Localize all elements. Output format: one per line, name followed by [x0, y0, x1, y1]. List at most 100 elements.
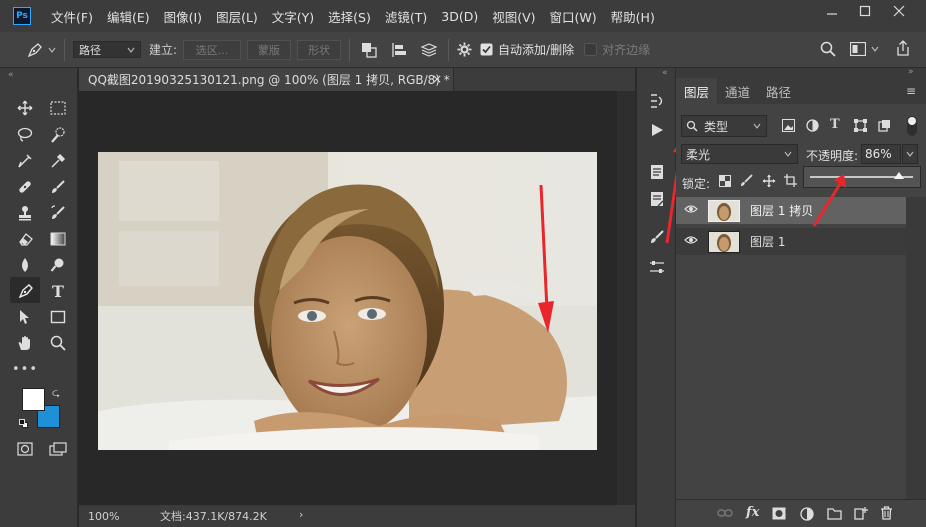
- menu-window[interactable]: 窗口(W): [550, 7, 597, 26]
- path-arrangement-button[interactable]: [418, 42, 440, 58]
- collapse-icon[interactable]: »: [908, 67, 914, 77]
- filter-pixel-icon[interactable]: [782, 119, 795, 136]
- expand-icon[interactable]: «: [662, 68, 668, 78]
- rectangle-tool-icon[interactable]: [46, 306, 70, 328]
- default-colors-icon[interactable]: [19, 419, 29, 429]
- eyedropper-tool-icon[interactable]: [46, 150, 70, 172]
- eye-icon[interactable]: [684, 234, 698, 248]
- history-brush-tool-icon[interactable]: [46, 202, 70, 224]
- mask-icon[interactable]: [772, 507, 786, 524]
- menu-view[interactable]: 视图(V): [492, 7, 535, 26]
- filter-adjustment-icon[interactable]: [806, 119, 819, 136]
- folder-icon[interactable]: [827, 507, 842, 524]
- maximize-button[interactable]: [851, 2, 879, 20]
- lock-transparent-pixels-icon[interactable]: [719, 175, 731, 191]
- tab-channels[interactable]: 通道: [717, 78, 758, 104]
- menu-type[interactable]: 文字(Y): [272, 7, 314, 26]
- menu-help[interactable]: 帮助(H): [611, 7, 655, 26]
- path-selection-tool-icon[interactable]: [13, 306, 37, 328]
- opacity-slider-thumb[interactable]: [893, 172, 904, 179]
- foreground-color-swatch[interactable]: [22, 388, 45, 411]
- filter-type-icon[interactable]: T: [830, 117, 840, 132]
- path-alignment-button[interactable]: [388, 42, 410, 58]
- pen-tool-button[interactable]: [10, 277, 40, 303]
- layer-row-copy[interactable]: 图层 1 拷贝: [676, 197, 906, 224]
- menu-3d[interactable]: 3D(D): [441, 9, 478, 24]
- filter-toggle[interactable]: [907, 116, 917, 136]
- align-edges-checkbox[interactable]: 对齐边缘: [584, 41, 650, 58]
- screen-mode-icon[interactable]: [46, 438, 70, 460]
- marquee-tool-icon[interactable]: [46, 97, 70, 119]
- vertical-scrollbar[interactable]: [617, 91, 635, 505]
- more-tools-icon[interactable]: •••: [12, 358, 37, 380]
- chevron-down-icon: [48, 47, 56, 53]
- menu-file[interactable]: 文件(F): [51, 7, 93, 26]
- hand-tool-icon[interactable]: [13, 332, 37, 354]
- swap-colors-icon[interactable]: ⮎: [52, 386, 60, 403]
- lock-artboard-icon[interactable]: [784, 174, 797, 191]
- menu-filter[interactable]: 滤镜(T): [385, 7, 427, 26]
- quick-selection-tool-icon[interactable]: [46, 124, 70, 146]
- layers-scrollbar[interactable]: [906, 197, 926, 499]
- auto-add-delete-label: 自动添加/删除: [498, 43, 575, 57]
- clone-stamp-tool-icon[interactable]: [13, 202, 37, 224]
- crop-tool-icon[interactable]: [13, 150, 37, 172]
- tool-mode-select[interactable]: 路径: [73, 41, 141, 58]
- make-shape-button[interactable]: 形状: [297, 39, 342, 60]
- type-tool-icon[interactable]: T: [46, 280, 70, 302]
- opacity-dropdown-button[interactable]: [902, 144, 918, 164]
- make-mask-button[interactable]: 蒙版: [247, 39, 292, 60]
- blur-tool-icon[interactable]: [13, 254, 37, 276]
- adjustment-icon[interactable]: [800, 507, 814, 525]
- link-icon[interactable]: [717, 507, 733, 523]
- search-button[interactable]: [820, 41, 836, 60]
- history-panel-icon[interactable]: [645, 90, 669, 112]
- lock-position-icon[interactable]: [762, 174, 776, 192]
- lock-image-pixels-icon[interactable]: [740, 174, 753, 191]
- adjustments-panel-icon[interactable]: [645, 256, 669, 278]
- trash-icon[interactable]: [880, 506, 893, 524]
- close-window-button[interactable]: [885, 2, 913, 20]
- chevron-down-icon: [127, 47, 135, 53]
- menu-edit[interactable]: 编辑(E): [107, 7, 150, 26]
- layer-row-base[interactable]: 图层 1: [676, 228, 906, 255]
- filter-smart-object-icon[interactable]: [878, 119, 891, 136]
- menu-select[interactable]: 选择(S): [328, 7, 371, 26]
- quick-mask-icon[interactable]: [13, 438, 37, 460]
- panel-menu-icon[interactable]: ≡: [906, 84, 916, 98]
- pen-settings-button[interactable]: [457, 42, 472, 57]
- menu-layer[interactable]: 图层(L): [216, 7, 258, 26]
- document-tab[interactable]: QQ截图20190325130121.png @ 100% (图层 1 拷贝, …: [79, 68, 454, 91]
- fx-icon[interactable]: fx: [746, 505, 759, 520]
- tool-preset-picker[interactable]: [26, 41, 56, 59]
- document-canvas[interactable]: [79, 91, 617, 505]
- status-menu-icon[interactable]: ›: [299, 508, 303, 521]
- tab-layers[interactable]: 图层: [676, 78, 718, 104]
- zoom-level[interactable]: 100%: [88, 510, 148, 523]
- gradient-tool-icon[interactable]: [46, 228, 70, 250]
- eraser-tool-icon[interactable]: [13, 228, 37, 250]
- blend-mode-select[interactable]: 柔光: [681, 144, 798, 164]
- minimize-button[interactable]: [818, 2, 846, 20]
- collapse-icon[interactable]: «: [8, 70, 14, 80]
- filter-shape-icon[interactable]: [854, 119, 867, 136]
- brush-tool-icon[interactable]: [46, 176, 70, 198]
- share-button[interactable]: [895, 40, 911, 60]
- auto-add-delete-checkbox[interactable]: 自动添加/删除: [480, 41, 574, 58]
- eye-icon[interactable]: [684, 203, 698, 217]
- path-operations-button[interactable]: [358, 42, 380, 58]
- close-tab-icon[interactable]: ×: [432, 72, 442, 86]
- workspace-button[interactable]: [850, 42, 879, 56]
- new-layer-icon[interactable]: [854, 506, 868, 524]
- healing-brush-tool-icon[interactable]: [13, 176, 37, 198]
- menu-image[interactable]: 图像(I): [164, 7, 202, 26]
- make-selection-button[interactable]: 选区...: [183, 39, 242, 60]
- dodge-tool-icon[interactable]: [46, 254, 70, 276]
- tab-paths[interactable]: 路径: [758, 78, 799, 104]
- zoom-tool-icon[interactable]: [46, 332, 70, 354]
- opacity-input[interactable]: 86%: [861, 144, 901, 164]
- lasso-tool-icon[interactable]: [13, 124, 37, 146]
- document-size: 文档:437.1K/874.2K: [160, 510, 267, 523]
- layer-filter-select[interactable]: 类型: [681, 115, 767, 137]
- move-tool-icon[interactable]: [13, 97, 37, 119]
